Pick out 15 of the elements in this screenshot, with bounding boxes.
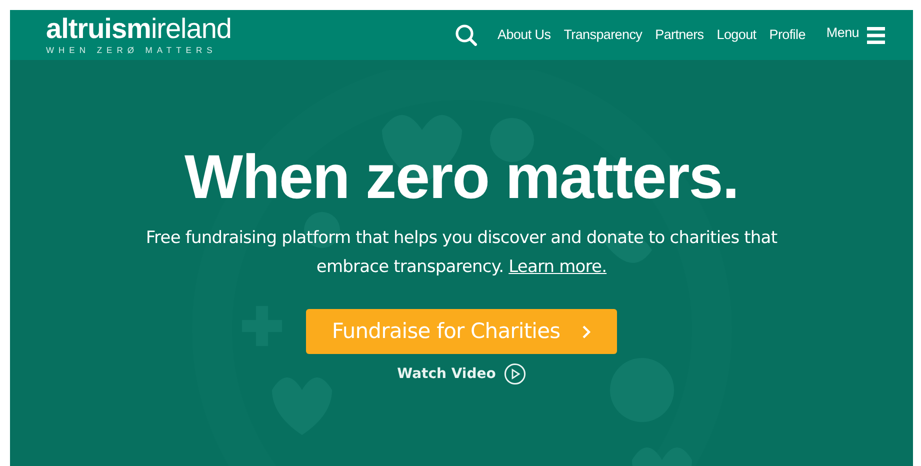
learn-more-link[interactable]: Learn more. [508,257,607,278]
watch-video-link[interactable]: Watch Video [397,363,526,386]
menu-icon[interactable] [867,26,885,44]
nav-link[interactable]: About Us [498,24,551,46]
menu-link[interactable]: Menu [826,22,859,44]
nav-link[interactable]: Transparency [564,24,642,46]
hero-heading: When zero matters. [184,144,738,212]
play-icon [504,363,526,386]
nav-link[interactable]: Partners [655,24,704,46]
nav-link[interactable]: Profile [769,24,806,46]
chevron-right-icon [582,324,592,339]
nav-link[interactable]: Logout [716,24,756,46]
hero-description: Free fundraising platform that helps you discover and donate to charities that embrace transparency. Learn more. [144,227,778,280]
logo[interactable]: altruismireland WHEN ZERØ MATTERS [46,15,232,55]
search-icon[interactable] [454,24,477,46]
